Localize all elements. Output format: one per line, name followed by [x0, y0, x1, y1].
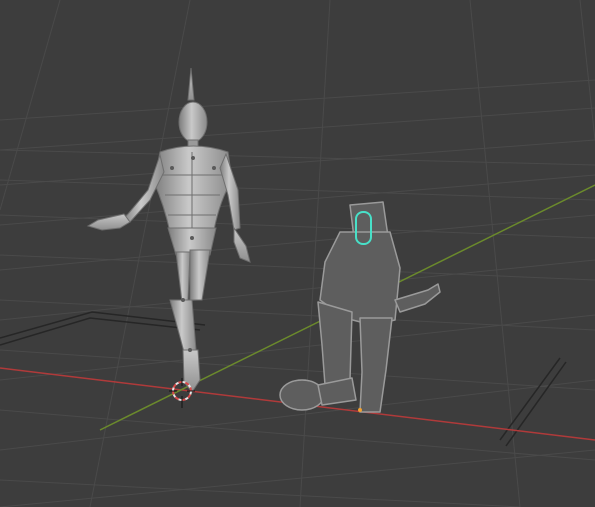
proxy-figure[interactable] — [279, 201, 441, 413]
selection-origin-marker — [358, 408, 362, 412]
armature-mannequin[interactable] — [86, 67, 251, 393]
3d-viewport[interactable] — [0, 0, 595, 507]
viewport-canvas[interactable] — [0, 0, 595, 507]
